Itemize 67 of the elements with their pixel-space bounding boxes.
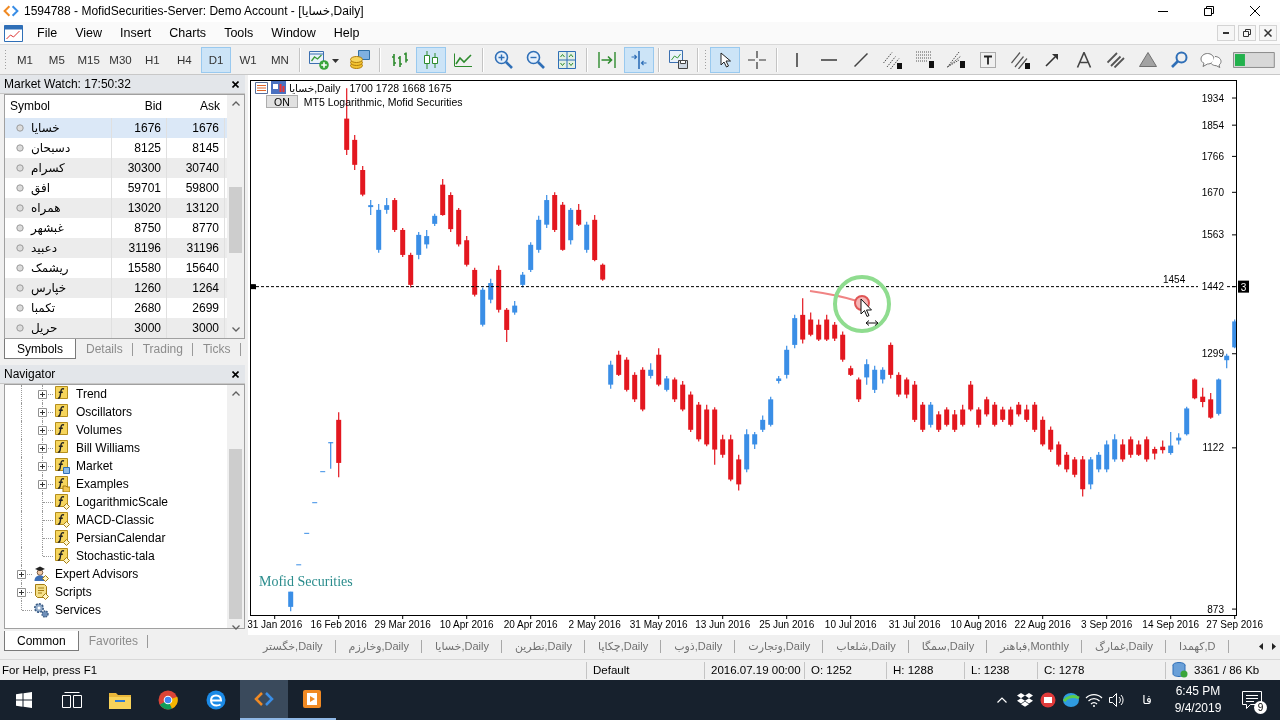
date-label: 3 Sep 2016	[1081, 619, 1133, 630]
chart-symbol: خسايا,Daily	[289, 81, 341, 94]
symbol-name: تکمبا	[31, 301, 56, 315]
bid-cell: 30300	[112, 158, 167, 178]
window-title: 1594788 - MofidSecurities-Server: Demo Account - [خسايا,Daily]	[24, 4, 364, 18]
status-time: 2016.07.19 00:00	[704, 661, 804, 679]
ask-cell: 3000	[167, 318, 225, 338]
panel-title: Market Watch: 17:50:32	[4, 77, 132, 91]
status-traffic: 3361 / 86 Kb	[1194, 664, 1260, 676]
clock-time: 6:45 PM	[1175, 683, 1221, 700]
price-label: 1563	[1201, 229, 1224, 241]
date-label: 10 Apr 2016	[439, 619, 494, 630]
ask-cell: 1676	[167, 118, 225, 138]
ask-cell: 30740	[167, 158, 225, 178]
price-label: 1854	[1201, 119, 1224, 131]
status-low: L: 1238	[964, 661, 1037, 679]
chart-text-label: Mofid Securities	[259, 574, 353, 590]
symbol-name: خسايا	[31, 121, 60, 135]
symbol-name: دعبيد	[31, 241, 58, 255]
bid-cell: 1260	[112, 278, 167, 298]
date-label: 29 Mar 2016	[374, 619, 431, 630]
date-label: 14 Sep 2016	[1142, 619, 1200, 630]
symbol-name: همراه	[31, 201, 61, 215]
chart-prices: 1700 1728 1668 1675	[349, 81, 452, 94]
bid-cell: 1676	[112, 118, 167, 138]
date-label: 20 Apr 2016	[503, 619, 558, 630]
symbol-name: خپارس	[31, 281, 67, 295]
notification-count: 9	[1254, 701, 1267, 714]
ask-cell: 31196	[167, 238, 225, 258]
date-label: 31 Jan 2016	[248, 619, 303, 630]
price-label: 1934	[1201, 92, 1224, 104]
bid-cell: 3000	[112, 318, 167, 338]
price-label: 1299	[1201, 348, 1224, 360]
bid-cell: 31196	[112, 238, 167, 258]
symbol-name: غبشهر	[31, 221, 64, 235]
bid-cell: 13020	[112, 198, 167, 218]
price-label: 1766	[1201, 150, 1224, 162]
symbol-name: افق	[31, 181, 51, 195]
date-label: 31 Jul 2016	[888, 619, 941, 630]
price-label: 1670	[1201, 186, 1224, 198]
date-label: 10 Aug 2016	[950, 619, 1007, 630]
symbol-name: حريل	[31, 321, 58, 335]
ask-cell: 13120	[167, 198, 225, 218]
price-label: 1122	[1202, 442, 1224, 454]
price-label: 873	[1207, 603, 1224, 615]
date-label: 31 May 2016	[629, 619, 688, 630]
status-open: O: 1252	[804, 661, 886, 679]
symbol-name: دسبحان	[31, 141, 71, 155]
price-label: 1442	[1201, 281, 1224, 293]
chart-annotation: 1454	[1163, 273, 1186, 285]
ask-cell: 1264	[167, 278, 225, 298]
symbol-name: كسرام	[31, 161, 65, 175]
status-text: For Help, press F1	[1, 663, 99, 678]
symbol-name: ريشمک	[31, 261, 69, 275]
status-high: H: 1288	[886, 661, 964, 679]
panel-title: Navigator	[4, 367, 57, 381]
date-label: 22 Aug 2016	[1014, 619, 1071, 630]
status-close: C: 1278	[1037, 661, 1165, 679]
date-label: 2 May 2016	[568, 619, 621, 630]
date-label: 27 Sep 2016	[1206, 619, 1264, 630]
price-tag: 3	[1238, 280, 1249, 293]
date-label: 10 Jul 2016	[824, 619, 877, 630]
clock-date: 9/4/2019	[1174, 700, 1222, 717]
date-label: 25 Jun 2016	[759, 619, 815, 630]
status-profile: Default	[586, 661, 704, 679]
date-label: 13 Jun 2016	[695, 619, 751, 630]
date-label: 16 Feb 2016	[310, 619, 367, 630]
